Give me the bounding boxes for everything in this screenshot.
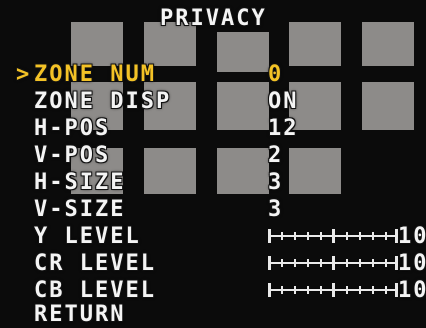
- privacy-mask-block: [289, 22, 341, 66]
- slider-tick: [294, 286, 296, 294]
- slider-tick: [307, 232, 309, 240]
- menu-item-v-size-value[interactable]: 3: [268, 199, 283, 221]
- slider-thumb[interactable]: [332, 283, 335, 297]
- menu-title: PRIVACY: [160, 6, 267, 31]
- slider-tick: [281, 286, 283, 294]
- slider-start-marker: [268, 283, 271, 297]
- slider-tick: [320, 259, 322, 267]
- slider-tick: [372, 232, 374, 240]
- slider-tick: [359, 259, 361, 267]
- slider-tick: [320, 286, 322, 294]
- slider-start-marker: [268, 229, 271, 243]
- privacy-mask-block: [362, 22, 414, 66]
- privacy-mask-block: [71, 22, 123, 66]
- slider-start-marker: [268, 256, 271, 270]
- slider-tick: [346, 259, 348, 267]
- slider-tick: [385, 232, 387, 240]
- menu-item-cr-level-value: 10: [398, 251, 426, 276]
- menu-item-zone-disp-value[interactable]: ON: [268, 91, 299, 113]
- slider-tick: [359, 286, 361, 294]
- menu-item-h-size-label[interactable]: H-SIZE: [34, 172, 125, 194]
- slider-tick: [346, 286, 348, 294]
- slider-tick: [320, 232, 322, 240]
- y-level-slider[interactable]: [268, 229, 398, 243]
- menu-item-zone-num-value[interactable]: 0: [268, 64, 283, 86]
- slider-thumb[interactable]: [332, 256, 335, 270]
- menu-item-h-pos-value[interactable]: 12: [268, 118, 299, 140]
- menu-item-zone-num-label[interactable]: ZONE NUM: [34, 64, 156, 86]
- privacy-mask-block: [144, 148, 196, 194]
- menu-item-cr-level-label[interactable]: CR LEVEL: [34, 253, 156, 275]
- slider-tick: [307, 286, 309, 294]
- slider-tick: [294, 259, 296, 267]
- menu-item-cb-level-value: 10: [398, 278, 426, 303]
- slider-tick: [385, 259, 387, 267]
- menu-item-cb-level-label[interactable]: CB LEVEL: [34, 280, 156, 302]
- privacy-mask-block: [217, 32, 269, 72]
- menu-item-v-pos-label[interactable]: V-POS: [34, 145, 110, 167]
- slider-tick: [359, 232, 361, 240]
- slider-tick: [372, 259, 374, 267]
- menu-item-v-pos-value[interactable]: 2: [268, 145, 283, 167]
- privacy-mask-block: [289, 148, 341, 194]
- slider-tick: [385, 286, 387, 294]
- privacy-mask-block: [217, 82, 269, 130]
- cr-level-slider[interactable]: [268, 256, 398, 270]
- slider-tick: [281, 232, 283, 240]
- slider-thumb[interactable]: [332, 229, 335, 243]
- menu-item-return[interactable]: RETURN: [34, 304, 125, 326]
- slider-tick: [307, 259, 309, 267]
- slider-tick: [281, 259, 283, 267]
- selection-cursor: >: [16, 62, 32, 87]
- slider-tick: [372, 286, 374, 294]
- privacy-mask-block: [362, 82, 414, 130]
- menu-item-y-level-value: 10: [398, 224, 426, 249]
- privacy-mask-block: [217, 148, 269, 194]
- menu-item-zone-disp-label[interactable]: ZONE DISP: [34, 91, 171, 113]
- menu-item-v-size-label[interactable]: V-SIZE: [34, 199, 125, 221]
- slider-tick: [294, 232, 296, 240]
- privacy-osd-screen: PRIVACY > ZONE NUM 0 ZONE DISP ON H-POS …: [0, 0, 426, 328]
- slider-tick: [346, 232, 348, 240]
- menu-item-h-pos-label[interactable]: H-POS: [34, 118, 110, 140]
- menu-item-y-level-label[interactable]: Y LEVEL: [34, 226, 141, 248]
- cb-level-slider[interactable]: [268, 283, 398, 297]
- menu-item-h-size-value[interactable]: 3: [268, 172, 283, 194]
